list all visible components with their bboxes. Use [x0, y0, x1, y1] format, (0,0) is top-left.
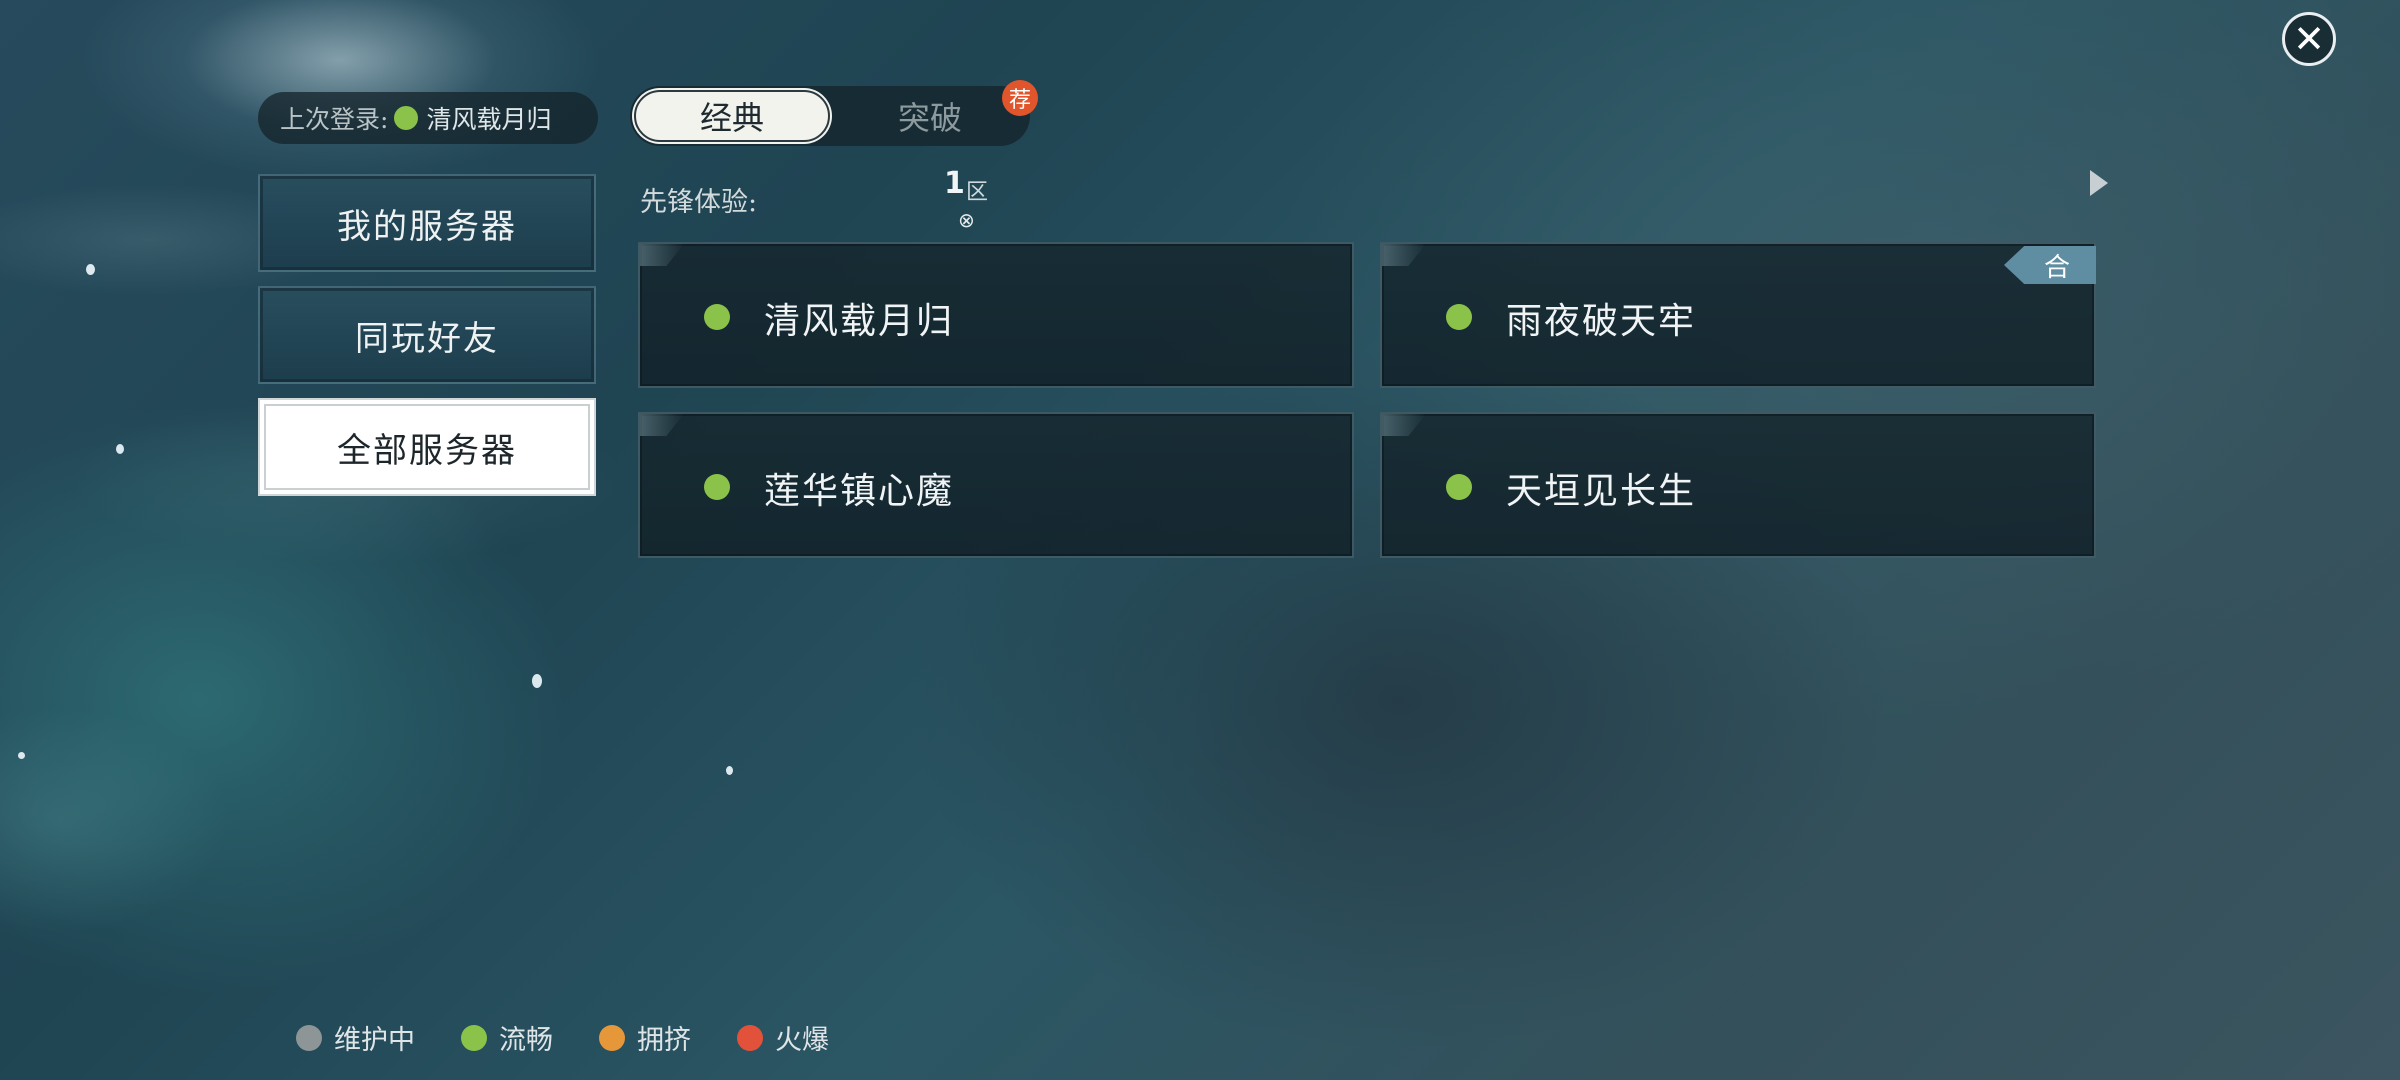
legend-item-hot: 火爆: [737, 1018, 829, 1057]
petal-decoration: [532, 674, 542, 688]
sidebar-item-my-servers[interactable]: 我的服务器: [258, 174, 596, 272]
legend-label: 维护中: [334, 1025, 415, 1056]
sidebar-item-all-servers[interactable]: 全部服务器: [258, 398, 596, 496]
legend-item-maintenance: 维护中: [296, 1018, 415, 1057]
legend-item-smooth: 流畅: [461, 1018, 553, 1057]
card-corner-decoration: [1382, 414, 1426, 436]
server-group-label: 先锋体验:: [640, 187, 758, 218]
petal-decoration: [726, 766, 733, 775]
legend-label: 流畅: [499, 1025, 553, 1056]
status-dot: [1446, 474, 1472, 500]
legend-dot: [599, 1024, 625, 1051]
legend-dot: [737, 1024, 763, 1051]
server-name: 雨夜破天牢: [1506, 301, 1697, 342]
merged-badge: 合: [2004, 246, 2096, 284]
last-login-server: 清风载月归: [426, 105, 552, 134]
last-login-indicator[interactable]: 上次登录: 清风载月归: [258, 92, 598, 144]
server-card[interactable]: 天垣见长生: [1380, 412, 2096, 558]
status-dot: [704, 474, 730, 500]
zone-tab[interactable]: 1 区 ⊗: [942, 166, 992, 236]
server-name: 莲华镇心魔: [764, 471, 955, 512]
legend-dot: [461, 1024, 487, 1051]
server-name: 清风载月归: [764, 301, 955, 342]
legend-dot: [296, 1024, 322, 1051]
server-card[interactable]: 雨夜破天牢 合: [1380, 242, 2096, 388]
close-icon: ✕: [2293, 17, 2325, 61]
server-card[interactable]: 莲华镇心魔: [638, 412, 1354, 558]
legend-label: 火爆: [775, 1025, 829, 1056]
sidebar-item-label: 同玩好友: [355, 318, 499, 359]
recommend-badge: 荐: [1002, 80, 1038, 116]
zone-suffix: 区: [966, 180, 989, 205]
legend-label: 拥挤: [637, 1025, 691, 1056]
card-corner-decoration: [640, 244, 684, 266]
legend-item-crowded: 拥挤: [599, 1018, 691, 1057]
card-corner-decoration: [640, 414, 684, 436]
tab-classic[interactable]: 经典: [634, 90, 830, 142]
tab-breakthrough[interactable]: 突破: [830, 86, 1030, 146]
status-dot: [394, 106, 419, 130]
petal-decoration: [116, 444, 124, 454]
status-legend: 维护中 流畅 拥挤 火爆: [296, 1018, 875, 1057]
last-login-label: 上次登录:: [280, 105, 389, 134]
sidebar-item-label: 全部服务器: [337, 430, 517, 471]
status-dot: [1446, 304, 1472, 330]
triangle-right-icon[interactable]: [2090, 170, 2108, 196]
zone-number: 1: [944, 166, 965, 201]
server-card[interactable]: 清风载月归: [638, 242, 1354, 388]
petal-decoration: [18, 752, 25, 759]
server-name: 天垣见长生: [1506, 471, 1697, 512]
card-corner-decoration: [1382, 244, 1426, 266]
mode-tab-group: 经典 突破: [630, 86, 1030, 146]
tab-breakthrough-label: 突破: [897, 99, 962, 137]
status-dot: [704, 304, 730, 330]
sidebar-item-friends[interactable]: 同玩好友: [258, 286, 596, 384]
close-button[interactable]: ✕: [2282, 12, 2336, 66]
sidebar-item-label: 我的服务器: [337, 206, 517, 247]
tab-classic-label: 经典: [699, 99, 764, 137]
petal-decoration: [86, 264, 95, 275]
zone-mark-icon: ⊗: [958, 208, 975, 232]
